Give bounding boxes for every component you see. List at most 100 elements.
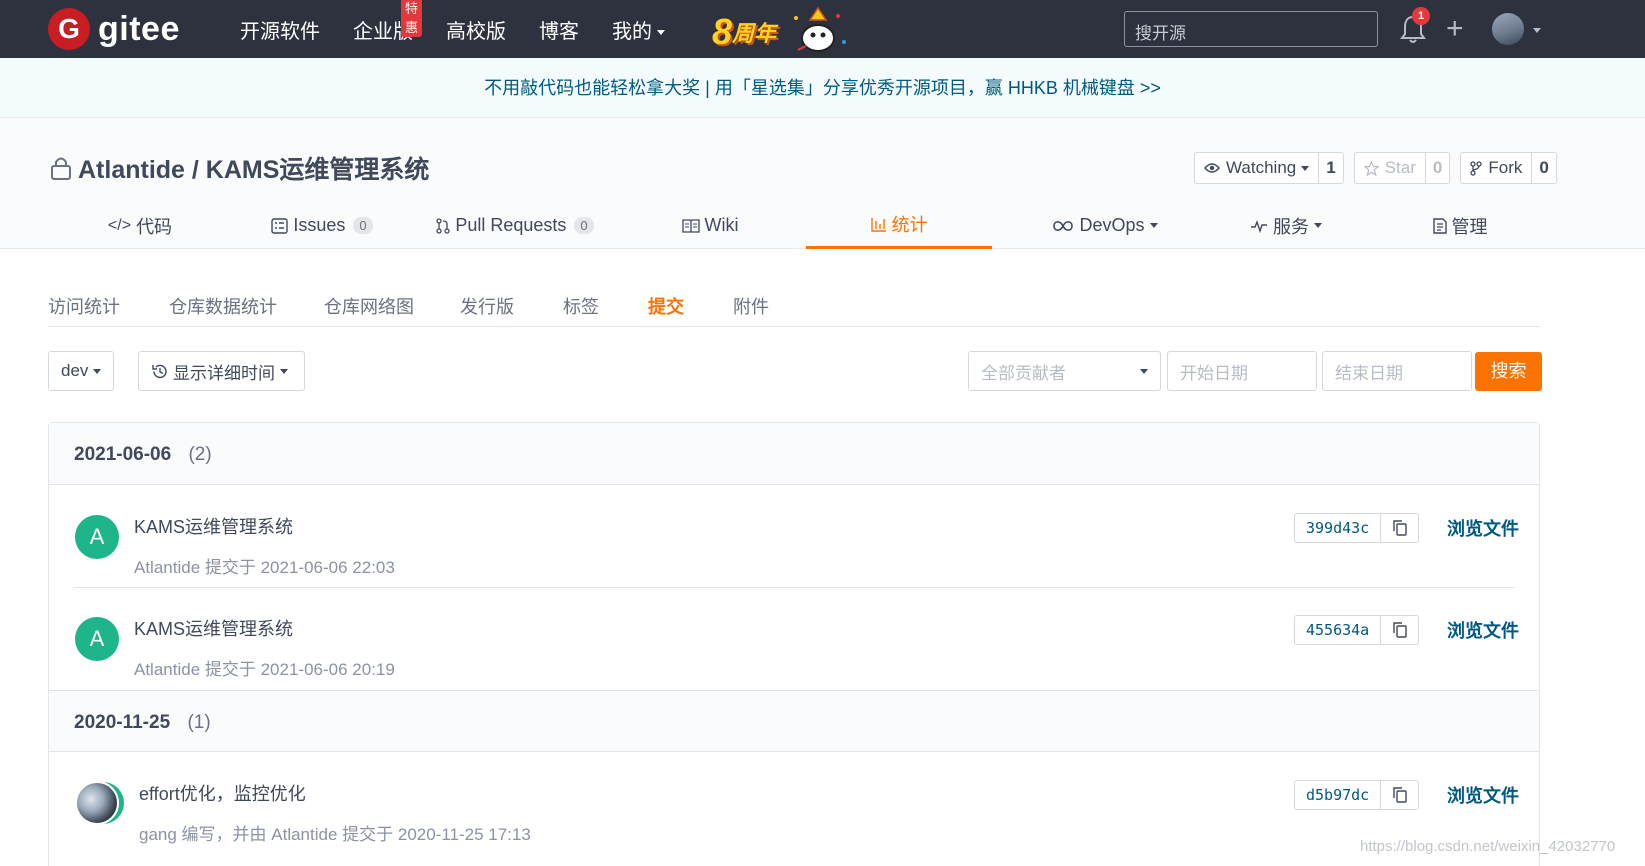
end-date-input[interactable]: 结束日期 — [1322, 351, 1472, 391]
star-count[interactable]: 0 — [1424, 153, 1449, 183]
star-icon — [1363, 160, 1379, 176]
day-date: 2021-06-06 — [74, 444, 172, 465]
search-button[interactable]: 搜索 — [1475, 352, 1542, 391]
branch-select[interactable]: dev — [48, 351, 114, 391]
subnav-network[interactable]: 仓库网络图 — [324, 293, 414, 319]
subnav-commits[interactable]: 提交 — [648, 293, 684, 319]
avatar-chevron-down-icon[interactable] — [1528, 24, 1541, 36]
author-avatar[interactable]: A — [75, 617, 119, 661]
commit-meta: gang 编写，并由 Atlantide 提交于 2020-11-25 17:1… — [139, 825, 531, 844]
anniversary-banner[interactable]: 8 周年 — [712, 6, 850, 58]
browse-files-link[interactable]: 浏览文件 — [1447, 515, 1519, 541]
contributor-caret-icon — [1135, 361, 1148, 381]
nav-mine-label: 我的 — [612, 20, 652, 43]
nav-blog[interactable]: 博客 — [539, 15, 579, 44]
gitee-logo[interactable]: G gitee — [48, 8, 180, 50]
anniversary-number: 8 — [712, 11, 733, 52]
commit-meta: Atlantide 提交于 2021-06-06 22:03 — [134, 558, 395, 577]
copy-icon[interactable] — [1380, 616, 1418, 644]
author-avatar[interactable] — [75, 781, 119, 825]
notification-badge: 1 — [1412, 7, 1430, 25]
promo-link[interactable]: 不用敲代码也能轻松拿大奖 | 用「星选集」分享优秀开源项目，赢 HHKB 机械键… — [484, 78, 1161, 98]
infinity-icon — [1053, 220, 1074, 231]
author-avatar[interactable]: A — [75, 515, 119, 559]
tab-manage[interactable]: 管理 — [1400, 202, 1520, 249]
tab-services-label: 服务 — [1273, 216, 1309, 237]
browse-files-link[interactable]: 浏览文件 — [1447, 617, 1519, 643]
commit-message[interactable]: KAMS运维管理系统 — [134, 513, 293, 539]
fork-text: Fork — [1488, 158, 1523, 177]
eye-icon — [1204, 163, 1220, 173]
tab-wiki[interactable]: Wiki — [650, 202, 770, 249]
star-label: Star — [1355, 153, 1425, 183]
tab-code[interactable]: </> 代码 — [80, 202, 200, 249]
repo-title: Atlantide / KAMS运维管理系统 — [50, 150, 429, 186]
commit-meta: Atlantide 提交于 2021-06-06 20:19 — [134, 660, 395, 679]
tab-devops[interactable]: DevOps — [1030, 202, 1180, 249]
copy-icon[interactable] — [1380, 514, 1418, 542]
start-date-input[interactable]: 开始日期 — [1167, 351, 1317, 391]
tab-stats-label: 统计 — [891, 215, 928, 235]
create-plus-icon[interactable]: + — [1446, 14, 1464, 44]
repo-name[interactable]: Atlantide / KAMS运维管理系统 — [78, 150, 429, 186]
tab-devops-label: DevOps — [1079, 215, 1145, 235]
nav-open-source[interactable]: 开源软件 — [240, 15, 320, 44]
tab-services[interactable]: 服务 — [1226, 202, 1346, 249]
commit-sha-group: 399d43c — [1294, 513, 1420, 543]
logo-text: gitee — [98, 9, 180, 48]
tab-stats[interactable]: 统计 — [806, 202, 992, 249]
global-search-input[interactable]: 搜开源 — [1124, 11, 1378, 47]
tab-pull-requests-label: Pull Requests — [455, 215, 567, 235]
commit-message[interactable]: KAMS运维管理系统 — [134, 615, 293, 641]
nav-enterprise[interactable]: 企业版 特惠 — [353, 0, 423, 44]
user-avatar[interactable] — [1492, 13, 1524, 45]
subnav-repo-data[interactable]: 仓库数据统计 — [169, 293, 277, 319]
repo-tabs: </> 代码 Issues 0 Pull Requests 0 Wiki 统计 … — [0, 202, 1645, 249]
watch-button[interactable]: Watching 1 — [1194, 152, 1344, 184]
subnav-attachments[interactable]: 附件 — [733, 293, 769, 319]
fork-icon — [1470, 160, 1483, 176]
book-icon — [681, 218, 700, 233]
nav-mine[interactable]: 我的 — [612, 15, 665, 44]
anniversary-text: 周年 — [732, 21, 777, 46]
commit-sha[interactable]: 399d43c — [1295, 514, 1380, 542]
commit-sha-group: d5b97dc — [1294, 780, 1420, 810]
commit-row: A KAMS运维管理系统 Atlantide 提交于 2021-06-06 22… — [49, 485, 1539, 587]
watch-count[interactable]: 1 — [1318, 153, 1342, 183]
lock-icon — [51, 157, 71, 180]
watermark: https://blog.csdn.net/weixin_42032770 — [1360, 838, 1616, 855]
watch-text: Watching — [1226, 158, 1297, 177]
bar-chart-icon — [870, 217, 886, 232]
day-count: (1) — [187, 712, 211, 733]
tab-wiki-label: Wiki — [704, 215, 739, 235]
day-count: (2) — [188, 444, 212, 465]
fork-button[interactable]: Fork 0 — [1460, 152, 1557, 184]
issues-icon — [271, 217, 289, 234]
tab-pull-requests[interactable]: Pull Requests 0 — [430, 202, 600, 249]
pull-request-icon — [436, 217, 450, 234]
star-button[interactable]: Star 0 — [1353, 152, 1451, 184]
detail-time-toggle[interactable]: 显示详细时间 — [138, 351, 305, 391]
day-header: 2021-06-06 (2) — [49, 423, 1539, 485]
main-nav: 开源软件 企业版 特惠 高校版 博客 我的 — [240, 0, 698, 58]
pr-count-badge: 0 — [574, 217, 594, 234]
contributor-select[interactable]: 全部贡献者 — [968, 351, 1161, 391]
mascot-icon — [794, 6, 847, 52]
repo-header: Atlantide / KAMS运维管理系统 Watching 1 Star 0 — [0, 118, 1645, 249]
nav-education[interactable]: 高校版 — [446, 15, 506, 44]
branch-value: dev — [61, 361, 89, 380]
copy-icon[interactable] — [1380, 781, 1418, 809]
commit-message[interactable]: effort优化，监控优化 — [139, 780, 306, 806]
commit-sha[interactable]: 455634a — [1295, 616, 1380, 644]
subnav-releases[interactable]: 发行版 — [460, 293, 514, 319]
browse-files-link[interactable]: 浏览文件 — [1447, 782, 1519, 808]
commit-sha[interactable]: d5b97dc — [1295, 781, 1380, 809]
subnav-tags[interactable]: 标签 — [563, 293, 599, 319]
fork-count[interactable]: 0 — [1531, 153, 1555, 183]
top-navbar: G gitee 开源软件 企业版 特惠 高校版 博客 我的 8 周年 搜开源 1… — [0, 0, 1645, 58]
subnav-visits[interactable]: 访问统计 — [48, 293, 120, 319]
commit-row: effort优化，监控优化 gang 编写，并由 Atlantide 提交于 2… — [49, 752, 1539, 854]
tab-issues[interactable]: Issues 0 — [262, 202, 382, 249]
stats-subnav: 访问统计 仓库数据统计 仓库网络图 发行版 标签 提交 附件 — [48, 277, 1540, 327]
day-header: 2020-11-25 (1) — [49, 690, 1539, 752]
